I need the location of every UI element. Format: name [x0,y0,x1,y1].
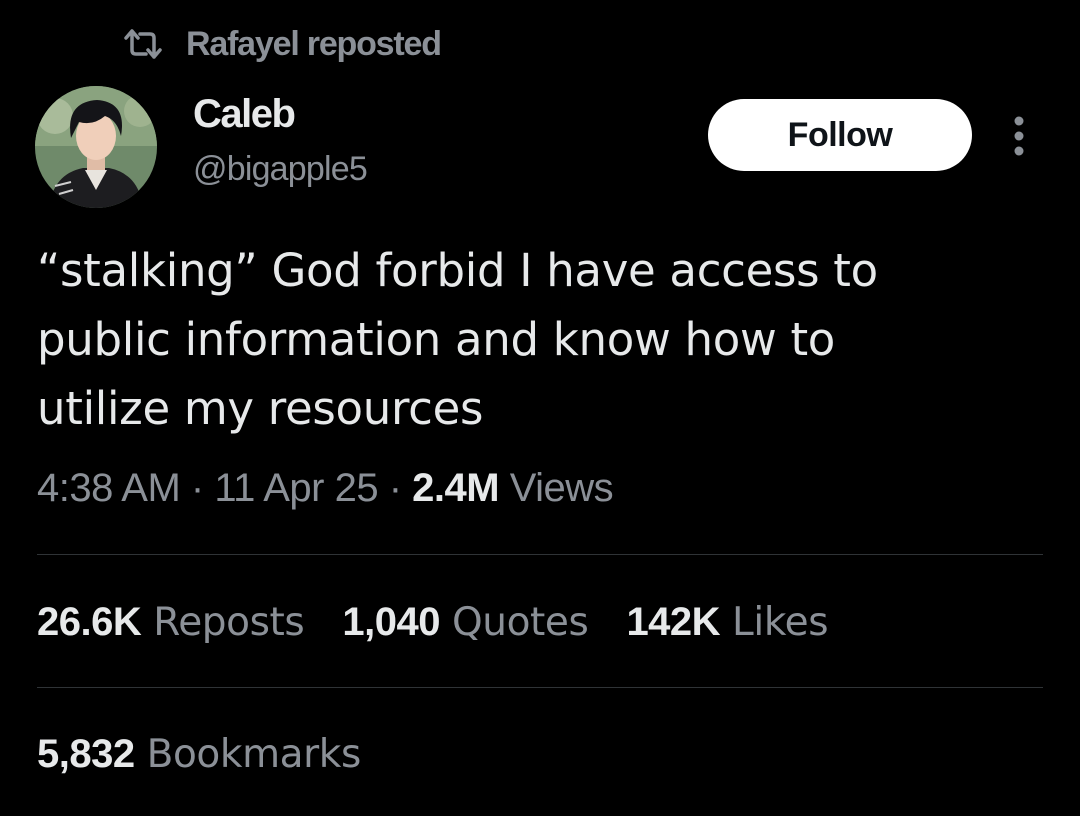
divider [37,687,1043,688]
tweet-meta: 4:38 AM · 11 Apr 25 · 2.4M Views [37,466,614,511]
likes-label: Likes [720,600,829,645]
reposts-label: Reposts [141,600,305,645]
tweet-text-line: utilize my resources [37,382,484,435]
quotes-count: 1,040 [342,600,440,644]
meta-separator: · [180,466,215,510]
tweet-text-line: public information and know how to [37,313,836,366]
more-options-button[interactable] [1004,114,1034,158]
views-label: Views [499,466,614,510]
tweet-date[interactable]: 11 Apr 25 [214,466,378,510]
engagement-stats: 26.6K Reposts 1,040 Quotes 142K Likes [37,600,829,645]
bookmarks-stat[interactable]: 5,832 Bookmarks [37,732,361,777]
bookmarks-count: 5,832 [37,732,135,776]
tweet-text-line: “stalking” God forbid I have access to [37,244,878,297]
author-handle[interactable]: @bigapple5 [193,150,368,189]
avatar[interactable] [35,86,157,208]
bookmarks-label: Bookmarks [134,732,362,777]
repost-indicator[interactable]: Rafayel reposted [122,22,442,66]
quotes-stat[interactable]: 1,040 Quotes [342,600,588,645]
reposts-stat[interactable]: 26.6K Reposts [37,600,305,645]
tweet-text: “stalking” God forbid I have access to p… [37,236,1047,443]
repost-text[interactable]: Rafayel reposted [186,25,442,64]
follow-button[interactable]: Follow [708,99,972,171]
more-vertical-icon [1014,116,1024,156]
reposts-count: 26.6K [37,600,142,644]
author-name[interactable]: Caleb [193,92,296,137]
likes-stat[interactable]: 142K Likes [626,600,828,645]
meta-separator: · [378,466,413,510]
divider [37,554,1043,555]
views-count: 2.4M [412,466,500,510]
quotes-label: Quotes [439,600,589,645]
likes-count: 142K [626,600,721,644]
tweet-time[interactable]: 4:38 AM [37,466,181,510]
repost-icon [122,28,164,60]
